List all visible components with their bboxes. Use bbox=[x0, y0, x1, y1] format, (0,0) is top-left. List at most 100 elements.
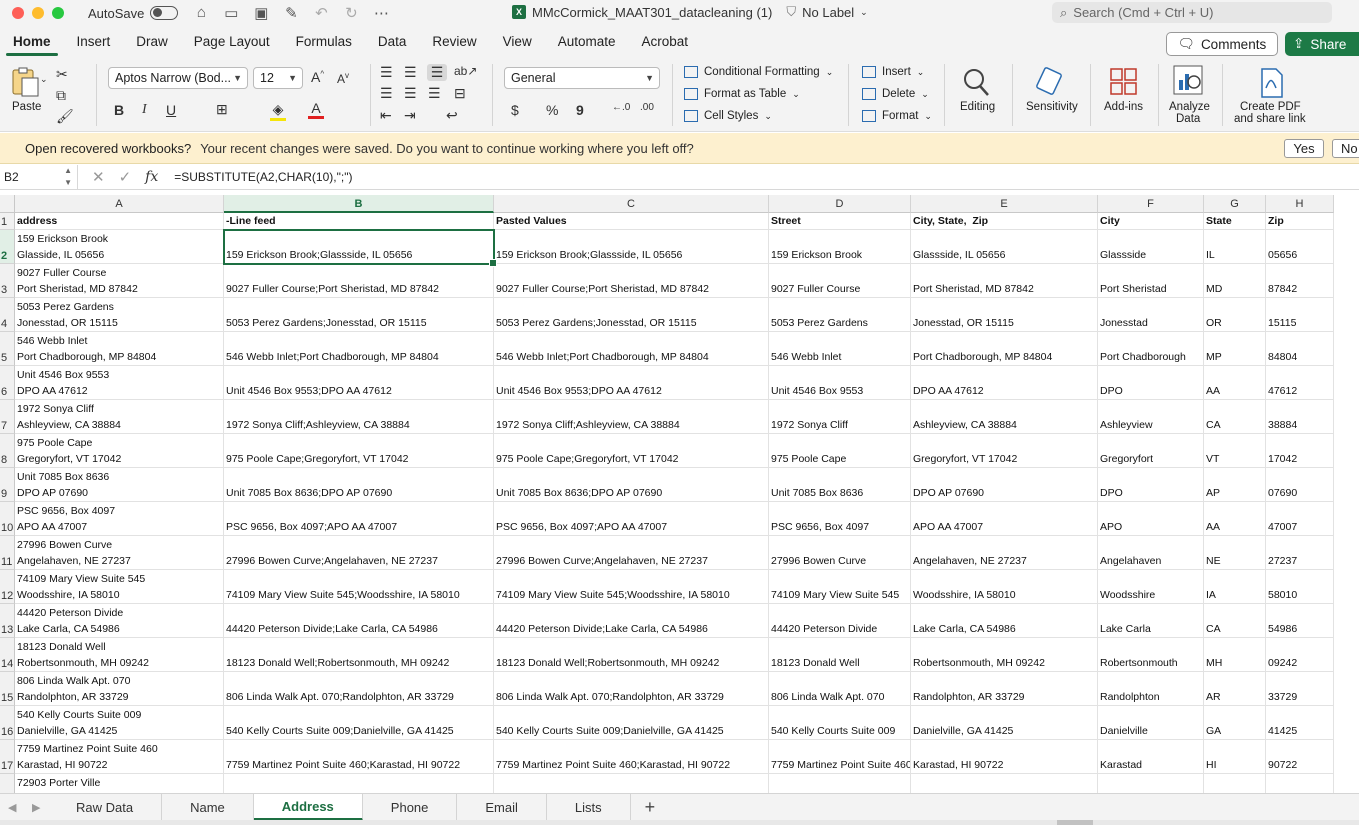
table-cell[interactable]: AP bbox=[1204, 468, 1266, 502]
previous-sheet-icon[interactable]: ◀ bbox=[8, 801, 24, 814]
table-cell[interactable]: Ashleyview bbox=[1098, 400, 1204, 434]
row-header[interactable] bbox=[0, 774, 15, 793]
row-header[interactable]: 3 bbox=[0, 264, 15, 298]
confirm-icon[interactable]: ✓ bbox=[119, 168, 132, 186]
table-cell[interactable]: Unit 7085 Box 8636 bbox=[769, 468, 911, 502]
horizontal-scrollbar[interactable] bbox=[1057, 820, 1093, 825]
table-cell[interactable]: 09242 bbox=[1266, 638, 1334, 672]
undo-icon[interactable]: ↶ bbox=[312, 4, 330, 22]
table-cell[interactable]: AA bbox=[1204, 502, 1266, 536]
ribbon-tab-automate[interactable]: Automate bbox=[545, 26, 629, 58]
table-cell[interactable] bbox=[769, 774, 911, 793]
row-header[interactable]: 14 bbox=[0, 638, 15, 672]
table-cell[interactable]: Robertsonmouth, MH 09242 bbox=[911, 638, 1098, 672]
table-cell[interactable]: 44420 Peterson Divide bbox=[769, 604, 911, 638]
table-cell[interactable]: MH bbox=[1204, 638, 1266, 672]
share-button[interactable]: ⇪ Share bbox=[1285, 32, 1359, 56]
table-cell[interactable]: 5053 Perez Gardens;Jonesstad, OR 15115 bbox=[494, 298, 769, 332]
table-cell[interactable]: CA bbox=[1204, 400, 1266, 434]
table-cell[interactable]: 806 Linda Walk Apt. 070 Randolphton, AR 3… bbox=[15, 672, 224, 706]
increase-font-icon[interactable]: A^ bbox=[311, 69, 324, 85]
table-cell[interactable]: 58010 bbox=[1266, 570, 1334, 604]
format-painter-icon[interactable]: 🖌 bbox=[56, 108, 74, 125]
table-cell[interactable]: Danielville bbox=[1098, 706, 1204, 740]
addins-icon[interactable] bbox=[1108, 66, 1142, 100]
table-cell[interactable]: 18123 Donald Well bbox=[769, 638, 911, 672]
cancel-icon[interactable]: ✕ bbox=[92, 168, 105, 186]
font-color-icon[interactable]: A bbox=[308, 100, 324, 119]
row-header[interactable]: 5 bbox=[0, 332, 15, 366]
align-right-icon[interactable]: ☰ bbox=[428, 85, 441, 102]
row-header[interactable]: 15 bbox=[0, 672, 15, 706]
currency-format-button[interactable]: $ bbox=[511, 102, 519, 118]
orientation-icon[interactable]: ab↗ bbox=[454, 64, 477, 78]
table-cell[interactable]: 9027 Fuller Course Port Sheristad, MD 878… bbox=[15, 264, 224, 298]
table-cell[interactable]: Randolphton bbox=[1098, 672, 1204, 706]
stepper-icon[interactable]: ▲ ▼ bbox=[64, 165, 72, 189]
wrap-text-icon[interactable]: ↩ bbox=[446, 107, 458, 124]
table-cell[interactable] bbox=[494, 774, 769, 793]
underline-button[interactable]: U bbox=[166, 102, 176, 118]
table-cell[interactable]: 9027 Fuller Course;Port Sheristad, MD 87… bbox=[224, 264, 494, 298]
table-cell[interactable]: 1972 Sonya Cliff;Ashleyview, CA 38884 bbox=[224, 400, 494, 434]
table-cell[interactable]: 159 Erickson Brook bbox=[769, 230, 911, 264]
cell-styles-button[interactable]: Cell Styles ⌄ bbox=[684, 110, 772, 122]
table-cell[interactable]: 27237 bbox=[1266, 536, 1334, 570]
table-cell[interactable]: 74109 Mary View Suite 545 Woodsshire, IA … bbox=[15, 570, 224, 604]
column-header-a[interactable]: A bbox=[15, 195, 224, 213]
next-sheet-icon[interactable]: ▶ bbox=[32, 801, 48, 814]
table-cell[interactable]: Gregoryfort bbox=[1098, 434, 1204, 468]
table-cell[interactable]: 27996 Bowen Curve;Angelahaven, NE 27237 bbox=[494, 536, 769, 570]
align-left-icon[interactable]: ☰ bbox=[380, 85, 393, 102]
row-header[interactable]: 7 bbox=[0, 400, 15, 434]
italic-button[interactable]: I bbox=[142, 102, 147, 118]
row-header[interactable]: 10 bbox=[0, 502, 15, 536]
table-cell[interactable]: 7759 Martinez Point Suite 460 bbox=[769, 740, 911, 774]
font-size-select[interactable]: 12 ▼ bbox=[253, 67, 303, 89]
table-cell[interactable]: Randolphton, AR 33729 bbox=[911, 672, 1098, 706]
table-cell[interactable]: 540 Kelly Courts Suite 009;Danielville, … bbox=[494, 706, 769, 740]
table-cell[interactable]: 5053 Perez Gardens bbox=[769, 298, 911, 332]
table-cell[interactable]: 806 Linda Walk Apt. 070 bbox=[769, 672, 911, 706]
table-cell[interactable]: 47007 bbox=[1266, 502, 1334, 536]
table-cell[interactable]: Unit 7085 Box 8636 DPO AP 07690 bbox=[15, 468, 224, 502]
create-pdf-icon[interactable] bbox=[1254, 66, 1288, 100]
column-header-e[interactable]: E bbox=[911, 195, 1098, 213]
table-cell[interactable]: 90722 bbox=[1266, 740, 1334, 774]
table-cell[interactable]: Port Sheristad, MD 87842 bbox=[911, 264, 1098, 298]
edit-icon[interactable]: ✎ bbox=[282, 4, 300, 22]
table-cell[interactable] bbox=[224, 774, 494, 793]
table-cell[interactable]: 540 Kelly Courts Suite 009;Danielville, … bbox=[224, 706, 494, 740]
table-cell[interactable]: 17042 bbox=[1266, 434, 1334, 468]
borders-icon[interactable]: ⊞ bbox=[216, 101, 228, 118]
row-header[interactable]: 2 bbox=[0, 230, 15, 264]
create-pdf-label-1[interactable]: Create PDF bbox=[1240, 101, 1301, 113]
home-icon[interactable]: ⌂ bbox=[192, 4, 210, 22]
table-cell[interactable]: 87842 bbox=[1266, 264, 1334, 298]
table-cell[interactable]: Woodsshire, IA 58010 bbox=[911, 570, 1098, 604]
table-cell[interactable]: Karastad bbox=[1098, 740, 1204, 774]
table-cell[interactable]: Port Sheristad bbox=[1098, 264, 1204, 298]
table-cell[interactable]: Glassside, IL 05656 bbox=[911, 230, 1098, 264]
align-middle-icon[interactable]: ☰ bbox=[404, 64, 417, 81]
header-cell[interactable]: Pasted Values bbox=[494, 213, 769, 230]
table-cell[interactable]: NE bbox=[1204, 536, 1266, 570]
table-cell[interactable] bbox=[1098, 774, 1204, 793]
table-cell[interactable] bbox=[911, 774, 1098, 793]
insert-function-icon[interactable]: fx bbox=[145, 169, 158, 185]
minimize-window-button[interactable] bbox=[32, 7, 44, 19]
table-cell[interactable]: 546 Webb Inlet;Port Chadborough, MP 8480… bbox=[224, 332, 494, 366]
table-cell[interactable]: 159 Erickson Brook;Glassside, IL 05656 bbox=[224, 230, 494, 264]
create-pdf-label-2[interactable]: and share link bbox=[1234, 113, 1306, 125]
spreadsheet-grid[interactable]: A B C D E F G H 1 address -Line feed Pasted Values S… bbox=[0, 195, 1359, 793]
paste-icon[interactable] bbox=[9, 66, 43, 100]
table-cell[interactable]: 27996 Bowen Curve Angelahaven, NE 27237 bbox=[15, 536, 224, 570]
table-cell[interactable]: Karastad, HI 90722 bbox=[911, 740, 1098, 774]
format-cells-button[interactable]: Format ⌄ bbox=[862, 110, 932, 122]
row-header[interactable]: 16 bbox=[0, 706, 15, 740]
redo-icon[interactable]: ↻ bbox=[342, 4, 360, 22]
table-cell[interactable]: 27996 Bowen Curve;Angelahaven, NE 27237 bbox=[224, 536, 494, 570]
table-cell[interactable]: Lake Carla bbox=[1098, 604, 1204, 638]
align-center-icon[interactable]: ☰ bbox=[404, 85, 417, 102]
table-cell[interactable]: 5053 Perez Gardens;Jonesstad, OR 15115 bbox=[224, 298, 494, 332]
